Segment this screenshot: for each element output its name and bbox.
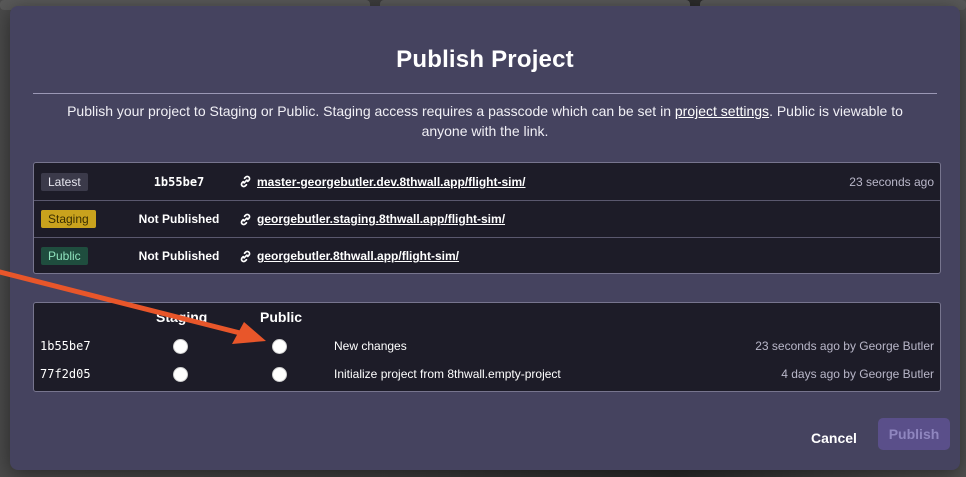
- latest-badge: Latest: [41, 172, 88, 191]
- commit-meta: 4 days ago by George Butler: [781, 367, 934, 381]
- staging-radio[interactable]: [173, 367, 188, 382]
- latest-time: 23 seconds ago: [849, 174, 934, 189]
- publish-button[interactable]: Publish: [878, 418, 950, 450]
- commit-table: Staging Public 1b55be7 New changes 23 se…: [33, 302, 941, 392]
- staging-radio[interactable]: [173, 339, 188, 354]
- modal-title: Publish Project: [396, 46, 574, 73]
- link-icon: [240, 250, 251, 262]
- commit-hash: 77f2d05: [40, 367, 91, 381]
- latest-url-link[interactable]: master-georgebutler.dev.8thwall.app/flig…: [238, 174, 526, 189]
- public-url-text[interactable]: georgebutler.8thwall.app/flight-sim/: [257, 249, 459, 263]
- staging-column-header: Staging: [156, 309, 208, 325]
- environment-row-staging: Staging Not Published georgebutler.stagi…: [34, 200, 940, 237]
- commit-row: 77f2d05 Initialize project from 8thwall.…: [34, 362, 940, 386]
- latest-commit: 1b55be7: [153, 174, 205, 189]
- public-radio[interactable]: [272, 367, 287, 382]
- publish-project-modal: Publish Project Publish your project to …: [10, 6, 960, 470]
- staging-url-text[interactable]: georgebutler.staging.8thwall.app/flight-…: [257, 212, 505, 226]
- project-settings-link[interactable]: project settings: [675, 103, 769, 119]
- commit-hash: 1b55be7: [40, 339, 91, 353]
- commit-meta: 23 seconds ago by George Butler: [755, 339, 934, 353]
- staging-url-link[interactable]: georgebutler.staging.8thwall.app/flight-…: [238, 212, 505, 227]
- link-icon: [240, 175, 251, 188]
- public-url-link[interactable]: georgebutler.8thwall.app/flight-sim/: [238, 249, 459, 264]
- title-divider: [33, 93, 937, 94]
- environment-row-public: Public Not Published georgebutler.8thwal…: [34, 237, 940, 274]
- commit-message: Initialize project from 8thwall.empty-pr…: [334, 367, 561, 381]
- commit-message: New changes: [334, 339, 407, 353]
- environment-row-latest: Latest 1b55be7 master-georgebutler.dev.8…: [34, 163, 940, 200]
- commit-row: 1b55be7 New changes 23 seconds ago by Ge…: [34, 334, 940, 358]
- link-icon: [240, 213, 251, 225]
- public-commit: Not Published: [138, 249, 220, 263]
- modal-description: Publish your project to Staging or Publi…: [50, 101, 920, 141]
- public-radio[interactable]: [272, 339, 287, 354]
- staging-commit: Not Published: [138, 212, 220, 226]
- public-column-header: Public: [260, 309, 303, 325]
- latest-url-text[interactable]: master-georgebutler.dev.8thwall.app/flig…: [257, 175, 526, 189]
- cancel-button[interactable]: Cancel: [808, 423, 860, 453]
- environment-table: Latest 1b55be7 master-georgebutler.dev.8…: [33, 162, 941, 274]
- description-text: Publish your project to Staging or Publi…: [67, 103, 675, 119]
- public-badge: Public: [41, 247, 88, 265]
- staging-badge: Staging: [41, 210, 96, 228]
